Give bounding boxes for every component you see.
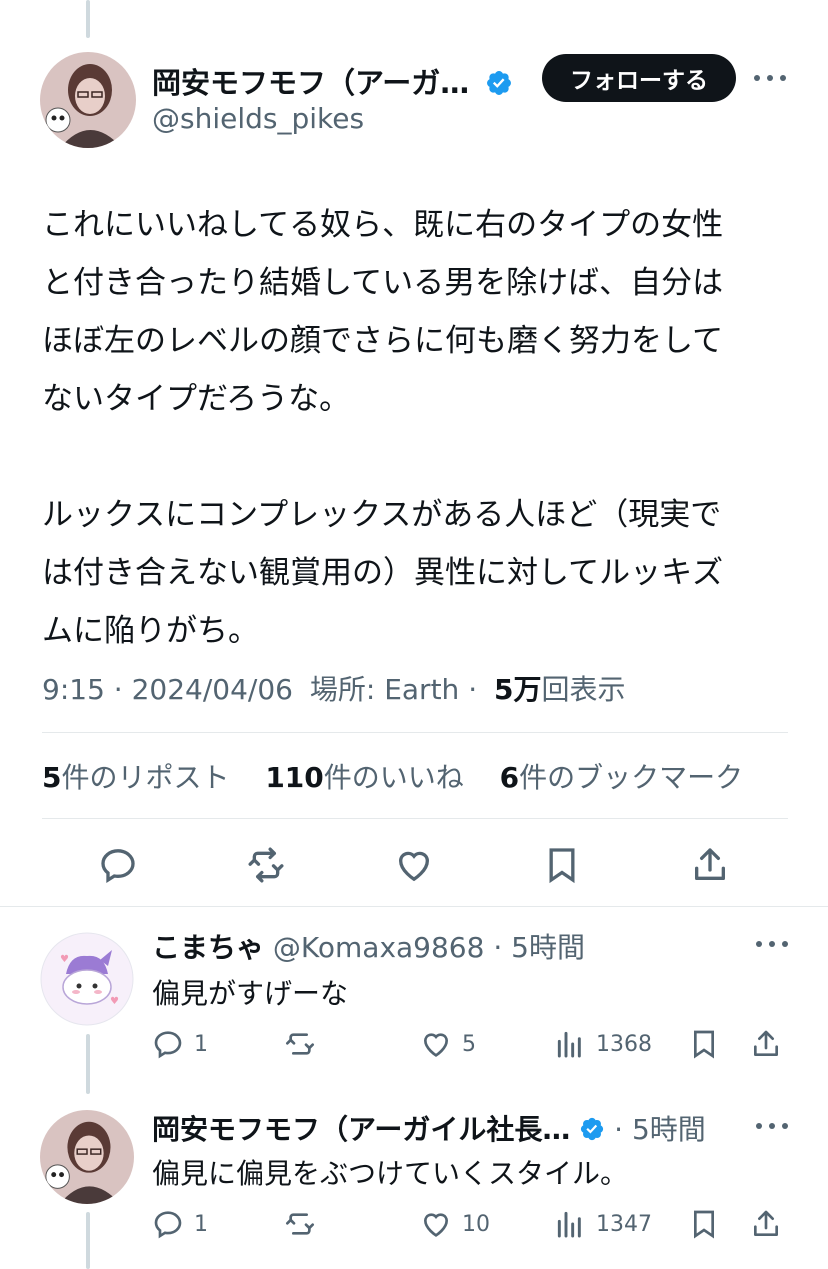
divider [42,818,788,819]
reply-repost-button[interactable] [284,1206,316,1242]
bookmarks-count: 6 [499,761,520,794]
share-icon [754,1210,778,1236]
reply-header: 岡安モフモフ（アーガイル社長… · 5時間 [152,1108,706,1148]
likes-count: 110 [265,761,324,794]
reply-count: 1 [194,1211,208,1237]
reply-reply-button[interactable]: 1 [152,1026,208,1062]
thread-line-bottom [86,1212,90,1269]
like-count: 5 [462,1031,476,1057]
reply-avatar[interactable] [40,1110,134,1204]
tweet-stats: 5件のリポスト 110件のいいね 6件のブックマーク [42,756,743,796]
reposts-count: 5 [42,761,62,794]
view-count: 1347 [596,1211,652,1237]
author-name-text[interactable]: 岡安モフモフ（アーガ… [152,66,469,100]
reposts-label: 件のリポスト [61,761,230,794]
views-icon [557,1031,581,1058]
reply-time[interactable]: · 5時間 [493,931,585,964]
reply-reply-button[interactable]: 1 [152,1206,208,1242]
reply-header: こまちゃ @Komaxa9868 · 5時間 [152,926,585,966]
more-options-icon[interactable] [756,1121,788,1131]
reply-like-button[interactable]: 10 [420,1206,490,1242]
reply-actions: 1 10 1347 [152,1206,792,1246]
like-icon [423,1213,449,1237]
reply-text: 偏見に偏見をぶつけていくスタイル。 [152,1157,629,1190]
views-count: 5万 [494,673,542,706]
divider [42,732,788,733]
thread-line-reply [86,1034,90,1094]
repost-icon[interactable] [246,845,286,885]
bookmark-icon[interactable] [542,845,582,885]
avatar[interactable] [40,52,136,148]
reply-icon [154,1031,182,1059]
tweet-time[interactable]: 9:15 · 2024/04/06 [42,673,293,706]
reply-text: 偏見がすげーな [152,977,349,1010]
reply-repost-button[interactable] [284,1026,316,1062]
likes-label: 件のいいね [323,761,464,794]
reply-share-button[interactable] [750,1026,782,1062]
thread-line-top [86,0,90,38]
bookmarks-stat[interactable]: 6件のブックマーク [500,761,744,794]
reply-bookmark-button[interactable] [688,1026,720,1062]
verified-badge-icon [581,1117,604,1141]
reply-icon[interactable] [98,845,138,885]
reply-author-name[interactable]: こまちゃ [152,931,264,964]
like-icon [423,1033,449,1057]
reply-count: 1 [194,1031,208,1057]
tweet-location: 場所: Earth · [309,673,478,706]
tweet-meta: 9:15 · 2024/04/06 場所: Earth · 5万回表示 [42,668,626,708]
more-options-icon[interactable] [756,939,788,949]
author-handle[interactable]: @shields_pikes [152,102,364,135]
like-count: 10 [462,1211,490,1237]
more-options-icon[interactable] [754,73,786,83]
reposts-stat[interactable]: 5件のリポスト [42,761,230,794]
views-icon [557,1211,581,1238]
reply-actions: 1 5 1368 [152,1026,792,1066]
repost-icon [286,1033,314,1055]
views-label: 回表示 [541,673,626,706]
follow-button[interactable]: フォローする [542,54,736,102]
reply-time[interactable]: · 5時間 [614,1113,706,1146]
divider [0,906,828,907]
reply-icon [154,1211,182,1239]
svg-text:♥: ♥ [110,996,119,1007]
like-icon[interactable] [394,845,434,885]
view-count: 1368 [596,1031,652,1057]
bookmark-icon [694,1210,714,1239]
verified-badge-icon [487,71,512,95]
svg-text:♥: ♥ [60,954,69,965]
bookmarks-label: 件のブックマーク [519,761,744,794]
repost-icon [286,1213,314,1235]
reply-like-button[interactable]: 5 [420,1026,476,1062]
reply-avatar[interactable]: ♥ ♥ [40,932,134,1026]
reply-author-name[interactable]: 岡安モフモフ（アーガイル社長… [152,1113,570,1146]
reply-bookmark-button[interactable] [688,1206,720,1242]
reply-share-button[interactable] [750,1206,782,1242]
likes-stat[interactable]: 110件のいいね [265,761,463,794]
reply-author-handle[interactable]: @Komaxa9868 [273,931,485,964]
share-icon [754,1030,778,1056]
reply-views-button[interactable]: 1368 [554,1026,652,1062]
reply-views-button[interactable]: 1347 [554,1206,652,1242]
bookmark-icon [694,1030,714,1059]
author-name[interactable]: 岡安モフモフ（アーガ… [152,60,513,102]
tweet-text: これにいいねしてる奴ら、既に右のタイプの女性 と付き合ったり結婚している男を除け… [42,207,724,649]
share-icon[interactable] [690,845,730,885]
